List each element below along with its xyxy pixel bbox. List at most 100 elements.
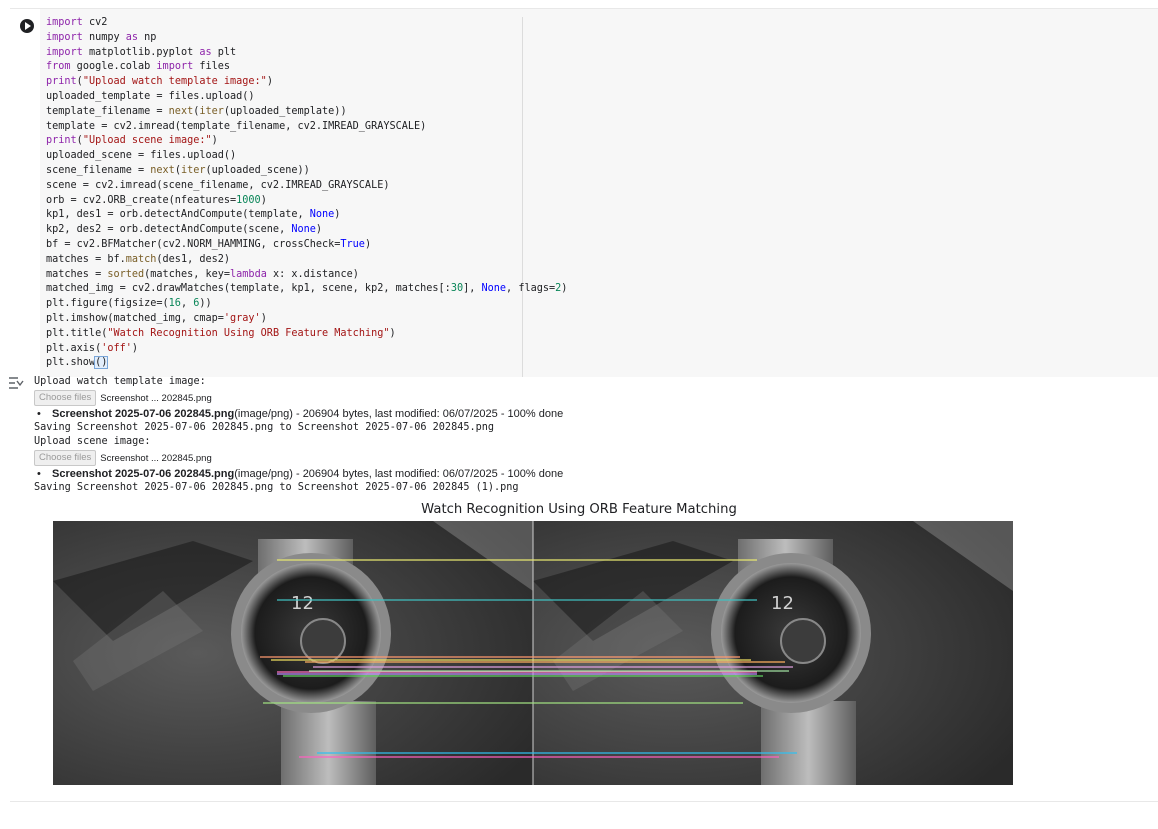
code-token: print xyxy=(46,76,77,88)
output-line-prompt2: Upload scene image: xyxy=(34,436,151,447)
code-line[interactable]: uploaded_template = files.upload() xyxy=(46,90,567,105)
code-token: next xyxy=(168,105,194,117)
code-token: template_filename = xyxy=(46,105,169,117)
code-token: ) xyxy=(260,194,267,206)
code-token: scene = cv2.imread(scene_filename, cv2.I… xyxy=(46,179,390,191)
code-line[interactable]: scene = cv2.imread(scene_filename, cv2.I… xyxy=(46,179,567,194)
cell-output: Upload watch template image: Choose file… xyxy=(34,375,1144,495)
svg-text:12: 12 xyxy=(771,593,794,614)
code-line[interactable]: import matplotlib.pyplot as plt xyxy=(46,46,567,61)
code-editor[interactable]: import cv2 import numpy as np import matpl… xyxy=(40,9,1158,377)
code-token: cv2 xyxy=(82,17,108,28)
run-cell-button[interactable] xyxy=(20,19,34,33)
code-token: True xyxy=(340,238,365,250)
code-token: plt.imshow(matched_img, cmap= xyxy=(46,312,224,324)
code-token: google.colab xyxy=(70,61,157,73)
code-token: plt.axis( xyxy=(46,342,102,354)
code-token: lambda xyxy=(230,268,267,280)
match-figure-image: 12 12 xyxy=(53,521,1013,785)
code-line[interactable]: plt.show() xyxy=(46,356,567,371)
file-picker-1: Choose files Screenshot ... 202845.png xyxy=(34,390,1144,406)
code-token: plt.figure(figsize=( xyxy=(46,298,169,310)
code-token: scene_filename = xyxy=(46,164,151,176)
code-token: sorted xyxy=(107,268,145,280)
choose-files-button-1[interactable]: Choose files xyxy=(34,390,97,406)
output-line-saving2: Saving Screenshot 2025-07-06 202845.png … xyxy=(34,482,519,493)
upload-file-name-2: Screenshot 2025-07-06 202845.png xyxy=(52,468,235,480)
code-token: print xyxy=(46,135,77,147)
code-token: ) xyxy=(260,312,267,324)
code-token: as xyxy=(199,46,212,58)
code-token: iter xyxy=(199,105,224,117)
bullet: • xyxy=(34,468,41,480)
code-line[interactable]: kp2, des2 = orb.detectAndCompute(scene, … xyxy=(46,223,567,238)
choose-files-button-2[interactable]: Choose files xyxy=(34,450,97,466)
code-token: ) xyxy=(266,76,273,88)
code-token: 16 xyxy=(168,298,181,310)
cell-gutter xyxy=(10,9,40,377)
code-token: ) xyxy=(389,327,396,339)
code-line[interactable]: orb = cv2.ORB_create(nfeatures=1000) xyxy=(46,194,567,209)
code-token: matches = xyxy=(46,268,108,280)
code-token: "Watch Recognition Using ORB Feature Mat… xyxy=(107,327,390,339)
code-token: import xyxy=(46,31,83,43)
bullet: • xyxy=(34,408,41,420)
code-token: np xyxy=(138,31,157,43)
code-token: uploaded_scene = files.upload() xyxy=(46,150,237,162)
code-token: from xyxy=(46,61,71,73)
code-token: ) xyxy=(364,238,372,250)
code-line[interactable]: bf = cv2.BFMatcher(cv2.NORM_HAMMING, cro… xyxy=(46,238,567,253)
code-token: "Upload watch template image:" xyxy=(82,76,267,88)
code-token: match xyxy=(125,253,157,265)
code-token: x: x.distance) xyxy=(266,268,359,280)
code-line[interactable]: template = cv2.imread(template_filename,… xyxy=(46,120,567,135)
code-line[interactable]: plt.figure(figsize=(16, 6)) xyxy=(46,297,567,312)
code-token: kp1, des1 = orb.detectAndCompute(templat… xyxy=(46,209,310,221)
code-token: iter xyxy=(180,164,206,176)
code-text[interactable]: import cv2 import numpy as np import matpl… xyxy=(46,16,567,371)
code-token: uploaded_template = files.upload() xyxy=(46,90,255,102)
code-token: kp2, des2 = orb.detectAndCompute(scene, xyxy=(46,224,292,236)
code-token: ) xyxy=(211,135,218,147)
upload-file-name-1: Screenshot 2025-07-06 202845.png xyxy=(52,408,235,420)
code-token: ], xyxy=(463,283,482,295)
code-line[interactable]: plt.imshow(matched_img, cmap='gray') xyxy=(46,312,567,327)
code-line[interactable]: template_filename = next(iter(uploaded_t… xyxy=(46,105,567,120)
output-line-prompt1: Upload watch template image: xyxy=(34,376,206,387)
code-token: numpy xyxy=(82,31,126,43)
code-token: , flags= xyxy=(506,283,556,295)
code-line[interactable]: uploaded_scene = files.upload() xyxy=(46,149,567,164)
code-line[interactable]: matched_img = cv2.drawMatches(template, … xyxy=(46,282,567,297)
code-token: 'gray' xyxy=(223,312,261,324)
code-line[interactable]: matches = sorted(matches, key=lambda x: … xyxy=(46,268,567,283)
code-token: files xyxy=(193,61,231,73)
code-token: bf = cv2.BFMatcher(cv2.NORM_HAMMING, cro… xyxy=(46,238,341,250)
code-line[interactable]: matches = bf.match(des1, des2) xyxy=(46,253,567,268)
code-line[interactable]: plt.title("Watch Recognition Using ORB F… xyxy=(46,327,567,342)
code-line[interactable]: kp1, des1 = orb.detectAndCompute(templat… xyxy=(46,208,567,223)
code-line[interactable]: from google.colab import files xyxy=(46,60,567,75)
code-line[interactable]: import cv2 xyxy=(46,16,567,31)
svg-text:12: 12 xyxy=(291,593,314,614)
code-line[interactable]: plt.axis('off') xyxy=(46,342,567,357)
code-token: as xyxy=(125,31,139,43)
code-token: None xyxy=(481,283,507,295)
code-token: 'off' xyxy=(101,342,132,354)
code-token: 1000 xyxy=(236,194,261,206)
code-line[interactable]: print("Upload scene image:") xyxy=(46,134,567,149)
code-token: ) xyxy=(315,224,323,236)
code-token: matched_img = cv2.drawMatches(template, … xyxy=(46,283,451,295)
code-token: ) xyxy=(131,342,139,354)
file-picker-2: Choose files Screenshot ... 202845.png xyxy=(34,450,1144,466)
code-line[interactable]: import numpy as np xyxy=(46,31,567,46)
code-token: ) xyxy=(561,283,568,295)
output-collapse-icon[interactable] xyxy=(8,376,26,390)
code-token: orb = cv2.ORB_create(nfeatures= xyxy=(46,194,237,206)
code-line[interactable]: print("Upload watch template image:") xyxy=(46,75,567,90)
code-token: None xyxy=(291,224,316,236)
upload-status-1: • Screenshot 2025-07-06 202845.png(image/… xyxy=(34,407,1144,421)
code-token: (des1, des2) xyxy=(156,253,231,265)
code-line[interactable]: scene_filename = next(iter(uploaded_scen… xyxy=(46,164,567,179)
code-token: import xyxy=(46,46,83,58)
code-token: , xyxy=(180,298,194,310)
